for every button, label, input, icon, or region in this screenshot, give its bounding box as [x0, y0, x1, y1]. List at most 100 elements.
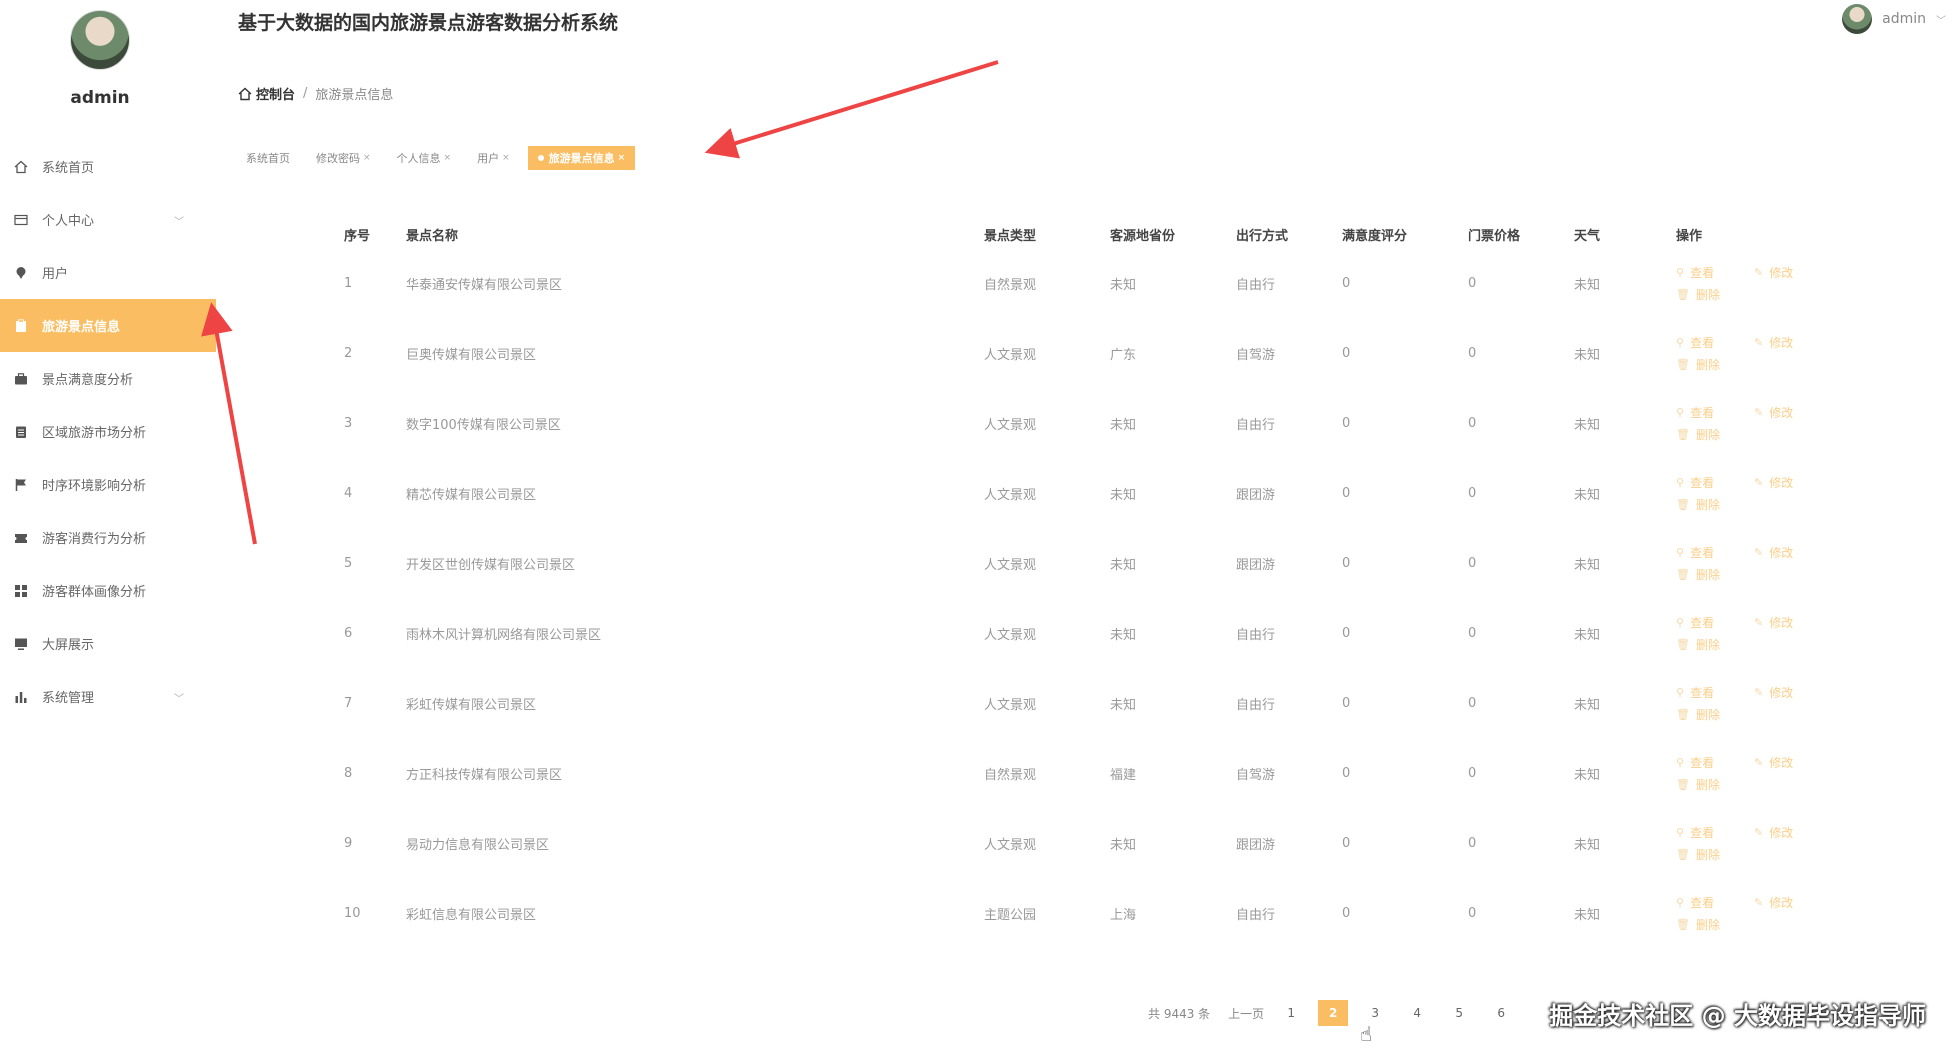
cell-index: 10: [344, 905, 361, 921]
sidebar-item-home[interactable]: 系统首页: [0, 140, 216, 193]
cell-actions: ⚲ 查看 ✎ 修改 🗑 删除: [1676, 388, 1832, 458]
cell-index: 4: [344, 485, 353, 501]
edit-button[interactable]: ✎ 修改: [1754, 891, 1832, 913]
delete-button[interactable]: 🗑 删除: [1676, 563, 1754, 585]
edit-button[interactable]: ✎ 修改: [1754, 261, 1832, 283]
trash-icon: 🗑: [1676, 567, 1690, 581]
delete-label: 删除: [1695, 917, 1720, 932]
edit-button[interactable]: ✎ 修改: [1754, 541, 1832, 563]
page-button-6[interactable]: 6: [1486, 1000, 1516, 1026]
sidebar-item-user-profile[interactable]: 游客群体画像分析: [0, 564, 216, 617]
close-icon[interactable]: ×: [363, 153, 371, 163]
delete-button[interactable]: 🗑 删除: [1676, 283, 1754, 305]
tag-scenic-info[interactable]: 旅游景点信息 ×: [527, 146, 636, 170]
table-row: 9 易动力信息有限公司景区 人文景观 未知 跟团游 0 0 未知 ⚲ 查看 ✎ 修改 🗑 删除: [336, 808, 1816, 878]
edit-button[interactable]: ✎ 修改: [1754, 821, 1832, 843]
sidebar: admin 系统首页 个人中心 ﹀ 用户 旅游景点信息 景点满意度分析 区域旅游…: [0, 0, 216, 1059]
close-icon[interactable]: ×: [444, 153, 452, 163]
sidebar-item-label: 游客群体画像分析: [42, 585, 147, 600]
edit-button[interactable]: ✎ 修改: [1754, 681, 1832, 703]
user-menu[interactable]: admin ﹀: [1842, 4, 1946, 34]
delete-button[interactable]: 🗑 删除: [1676, 353, 1754, 375]
cell-weather: 未知: [1574, 487, 1601, 503]
view-button[interactable]: ⚲ 查看: [1676, 541, 1754, 563]
header-actions: 操作: [1676, 228, 1703, 244]
delete-label: 删除: [1695, 287, 1720, 302]
cell-travel-mode: 跟团游: [1236, 487, 1276, 503]
view-button[interactable]: ⚲ 查看: [1676, 401, 1754, 423]
sidebar-item-label: 区域旅游市场分析: [42, 426, 147, 441]
tag-change-password[interactable]: 修改密码 ×: [308, 146, 379, 170]
sidebar-item-personal-center[interactable]: 个人中心 ﹀: [0, 193, 216, 246]
trash-icon: 🗑: [1676, 777, 1690, 791]
view-button[interactable]: ⚲ 查看: [1676, 261, 1754, 283]
page-button-5[interactable]: 5: [1444, 1000, 1474, 1026]
edit-button[interactable]: ✎ 修改: [1754, 471, 1832, 493]
view-label: 查看: [1690, 405, 1715, 420]
cell-price: 0: [1468, 275, 1477, 291]
chart-icon: [10, 686, 32, 708]
view-button[interactable]: ⚲ 查看: [1676, 611, 1754, 633]
cell-type: 人文景观: [984, 417, 1037, 433]
home-icon: [10, 156, 32, 178]
delete-button[interactable]: 🗑 删除: [1676, 493, 1754, 515]
tag-personal-info[interactable]: 个人信息 ×: [389, 146, 460, 170]
edit-button[interactable]: ✎ 修改: [1754, 401, 1832, 423]
sidebar-item-temporal-env[interactable]: 时序环境影响分析: [0, 458, 216, 511]
delete-button[interactable]: 🗑 删除: [1676, 773, 1754, 795]
sidebar-item-scenic-info[interactable]: 旅游景点信息: [0, 299, 216, 352]
view-button[interactable]: ⚲ 查看: [1676, 331, 1754, 353]
cell-weather: 未知: [1574, 697, 1601, 713]
sidebar-item-users[interactable]: 用户: [0, 246, 216, 299]
tag-users[interactable]: 用户 ×: [469, 146, 518, 170]
sidebar-item-big-screen[interactable]: 大屏展示: [0, 617, 216, 670]
delete-button[interactable]: 🗑 删除: [1676, 703, 1754, 725]
cell-name: 数字100传媒有限公司景区: [406, 417, 561, 433]
cell-travel-mode: 自驾游: [1236, 767, 1276, 783]
cell-province: 未知: [1110, 837, 1137, 853]
sidebar-item-label: 游客消费行为分析: [42, 532, 147, 547]
close-icon[interactable]: ×: [618, 153, 626, 163]
header-travel-mode: 出行方式: [1236, 228, 1289, 244]
view-button[interactable]: ⚲ 查看: [1676, 891, 1754, 913]
tag-label: 旅游景点信息: [548, 152, 615, 165]
sidebar-item-regional-market[interactable]: 区域旅游市场分析: [0, 405, 216, 458]
row-actions: ⚲ 查看 ✎ 修改 🗑 删除: [1676, 471, 1832, 515]
edit-button[interactable]: ✎ 修改: [1754, 611, 1832, 633]
sidebar-item-satisfaction-analysis[interactable]: 景点满意度分析: [0, 352, 216, 405]
delete-button[interactable]: 🗑 删除: [1676, 843, 1754, 865]
search-icon: ⚲: [1676, 615, 1685, 629]
delete-button[interactable]: 🗑 删除: [1676, 423, 1754, 445]
view-button[interactable]: ⚲ 查看: [1676, 471, 1754, 493]
close-icon[interactable]: ×: [502, 153, 510, 163]
sidebar-item-label: 景点满意度分析: [42, 373, 134, 388]
delete-button[interactable]: 🗑 删除: [1676, 633, 1754, 655]
sidebar-item-consumption[interactable]: 游客消费行为分析: [0, 511, 216, 564]
trash-icon: 🗑: [1676, 917, 1690, 931]
cell-type: 人文景观: [984, 347, 1037, 363]
view-button[interactable]: ⚲ 查看: [1676, 751, 1754, 773]
edit-button[interactable]: ✎ 修改: [1754, 331, 1832, 353]
tag-home[interactable]: 系统首页: [238, 146, 298, 170]
cell-satisfaction: 0: [1342, 765, 1351, 781]
sidebar-username: admin: [70, 88, 130, 108]
edit-icon: ✎: [1754, 265, 1764, 279]
view-label: 查看: [1690, 335, 1715, 350]
delete-button[interactable]: 🗑 删除: [1676, 913, 1754, 935]
cell-travel-mode: 自由行: [1236, 277, 1276, 293]
view-button[interactable]: ⚲ 查看: [1676, 821, 1754, 843]
breadcrumb-home[interactable]: 控制台: [238, 84, 295, 103]
view-button[interactable]: ⚲ 查看: [1676, 681, 1754, 703]
page-button-4[interactable]: 4: [1402, 1000, 1432, 1026]
prev-page-button[interactable]: 上一页: [1228, 1005, 1264, 1022]
cell-satisfaction: 0: [1342, 625, 1351, 641]
sidebar-item-system-management[interactable]: 系统管理 ﹀: [0, 670, 216, 723]
cell-price: 0: [1468, 765, 1477, 781]
tag-label: 修改密码: [316, 152, 360, 165]
cell-weather: 未知: [1574, 837, 1601, 853]
view-label: 查看: [1690, 825, 1715, 840]
page-button-1[interactable]: 1: [1276, 1000, 1306, 1026]
delete-label: 删除: [1695, 637, 1720, 652]
page-button-2[interactable]: 2: [1318, 1000, 1349, 1026]
edit-button[interactable]: ✎ 修改: [1754, 751, 1832, 773]
